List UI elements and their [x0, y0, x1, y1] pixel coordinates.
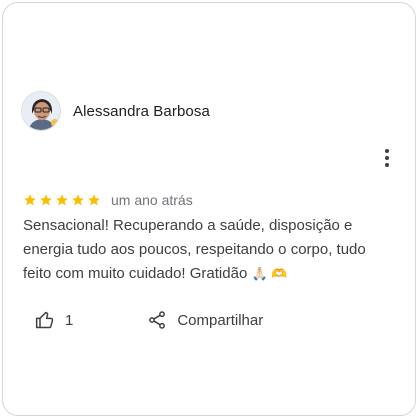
- star-rating: [23, 193, 101, 207]
- star-icon: [72, 194, 84, 206]
- avatar[interactable]: [21, 91, 61, 131]
- review-actions: 1 Compartilhar: [35, 310, 263, 330]
- star-icon: [56, 194, 68, 206]
- more-vert-icon: [385, 149, 389, 153]
- review-text-block: Sensacional! Recuperando a saúde, dispos…: [23, 214, 393, 286]
- rating-row: um ano atrás: [23, 192, 193, 208]
- review-text: Sensacional! Recuperando a saúde, dispos…: [23, 217, 366, 282]
- review-header: Alessandra Barbosa: [21, 91, 210, 131]
- star-icon: [24, 194, 36, 206]
- star-icon: [88, 194, 100, 206]
- author-name[interactable]: Alessandra Barbosa: [73, 103, 210, 120]
- share-icon: [149, 311, 166, 329]
- review-time: um ano atrás: [111, 192, 193, 208]
- share-button[interactable]: Compartilhar: [147, 310, 263, 330]
- review-card: Alessandra Barbosa um ano atrás Sensacio…: [2, 2, 416, 416]
- like-button[interactable]: 1: [35, 310, 73, 330]
- like-count: 1: [65, 311, 74, 329]
- share-label: Compartilhar: [177, 311, 264, 329]
- thumbs-up-icon: [35, 311, 54, 329]
- more-options-button[interactable]: [381, 149, 393, 167]
- review-emojis: 🙏🏻 🫶: [251, 266, 288, 281]
- star-icon: [40, 194, 52, 206]
